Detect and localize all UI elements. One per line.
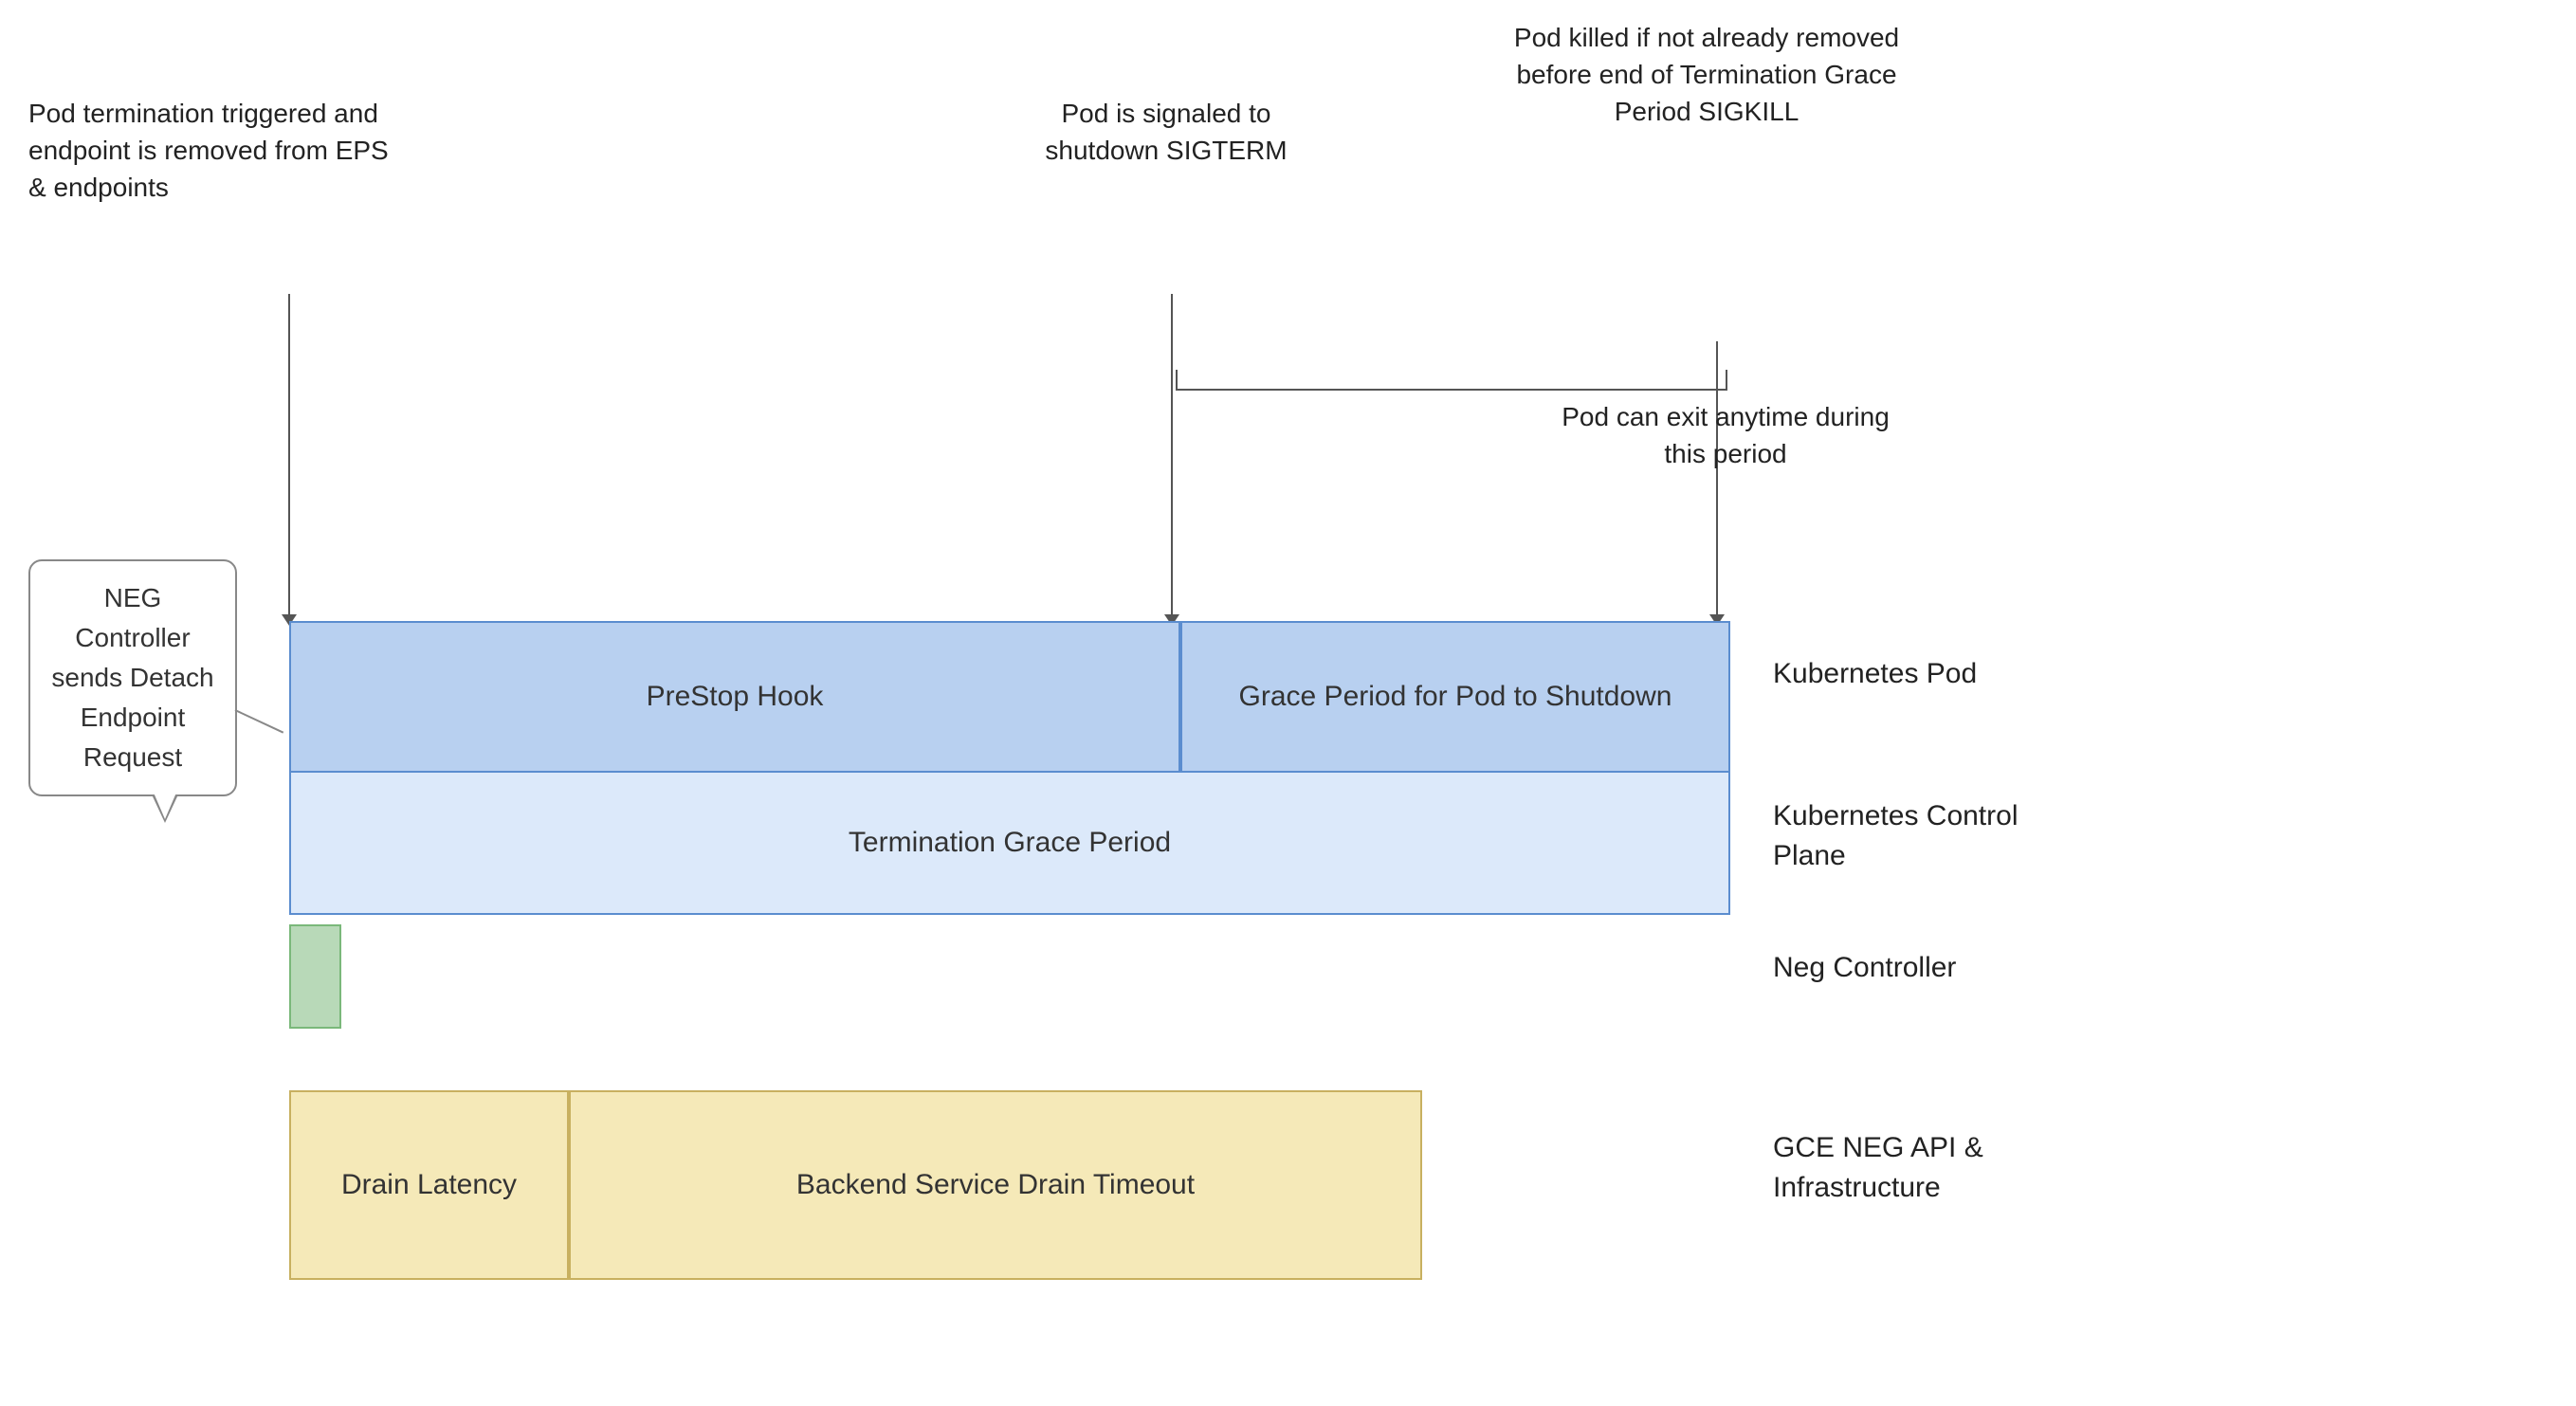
pod-can-exit-annotation: Pod can exit anytime during this period bbox=[1545, 398, 1906, 472]
neg-controller-bar bbox=[289, 924, 341, 1029]
pod-killed-annotation: Pod killed if not already removed before… bbox=[1498, 19, 1915, 131]
bracket-tick-left bbox=[1176, 370, 1178, 391]
bracket-top-left bbox=[1176, 389, 1726, 391]
neg-callout-box: NEG Controller sends Detach Endpoint Req… bbox=[28, 559, 237, 796]
pod-signaled-annotation: Pod is signaled to shutdown SIGTERM bbox=[1014, 95, 1318, 169]
kubernetes-pod-label: Kubernetes Pod bbox=[1773, 654, 2057, 694]
drain-latency-bar: Drain Latency bbox=[289, 1090, 569, 1280]
pod-termination-annotation: Pod termination triggered and endpoint i… bbox=[28, 95, 389, 207]
gce-neg-api-label: GCE NEG API & Infrastructure bbox=[1773, 1128, 2095, 1208]
callout-line-1 bbox=[235, 709, 284, 733]
neg-controller-label: Neg Controller bbox=[1773, 948, 2057, 988]
drain-timeout-bar: Backend Service Drain Timeout bbox=[569, 1090, 1422, 1280]
pod-can-exit-arrow bbox=[1716, 569, 1718, 626]
prestop-hook-bar: PreStop Hook bbox=[289, 621, 1180, 773]
bracket-tick-right bbox=[1726, 370, 1727, 391]
pod-signaled-arrow bbox=[1171, 294, 1173, 616]
pod-termination-arrow bbox=[288, 294, 290, 616]
grace-period-pod-bar: Grace Period for Pod to Shutdown bbox=[1180, 621, 1730, 773]
kubernetes-control-plane-label: Kubernetes Control Plane bbox=[1773, 796, 2095, 876]
diagram-container: Pod termination triggered and endpoint i… bbox=[0, 0, 2576, 1406]
termination-grace-period-bar: Termination Grace Period bbox=[289, 773, 1730, 915]
